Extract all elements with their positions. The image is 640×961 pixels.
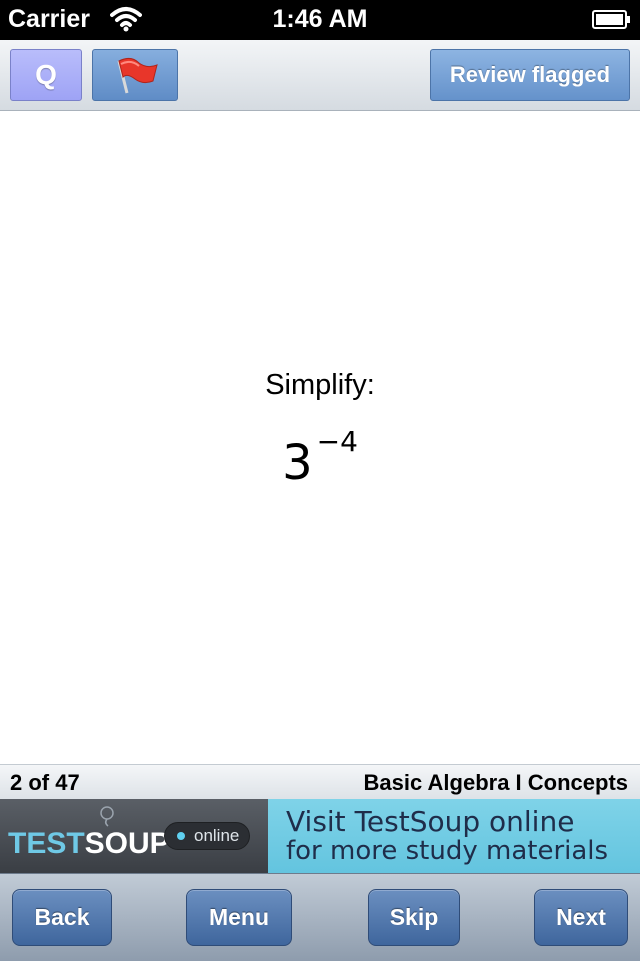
ad-line-2: for more study materials xyxy=(286,836,609,866)
ad-line-1: Visit TestSoup online xyxy=(286,805,575,838)
next-button[interactable]: Next xyxy=(534,889,628,946)
menu-button[interactable]: Menu xyxy=(186,889,292,946)
flag-button[interactable] xyxy=(92,49,178,101)
soup-steam-icon xyxy=(100,806,114,827)
online-dot-icon xyxy=(177,832,185,840)
math-base: 3 xyxy=(282,435,313,491)
ad-banner[interactable]: TESTSOUP online Visit TestSoup online fo… xyxy=(0,799,640,873)
question-progress: 2 of 47 xyxy=(10,770,80,795)
info-bar: 2 of 47 Basic Algebra I Concepts xyxy=(0,764,640,800)
carrier-label: Carrier xyxy=(8,5,90,33)
back-button[interactable]: Back xyxy=(12,889,112,946)
ad-message-panel: Visit TestSoup online for more study mat… xyxy=(268,799,640,873)
flag-icon xyxy=(117,57,158,94)
testsoup-logo: TESTSOUP xyxy=(8,827,170,860)
online-label: online xyxy=(194,826,240,845)
question-prompt: Simplify: xyxy=(265,369,375,401)
top-toolbar: Q Review flagged xyxy=(0,40,640,111)
skip-button[interactable]: Skip xyxy=(368,889,460,946)
status-bar: Carrier 1:46 AM xyxy=(0,0,640,40)
question-list-button[interactable]: Q xyxy=(10,49,82,101)
math-expression: 3 −4 xyxy=(0,425,640,491)
math-exponent: −4 xyxy=(316,425,358,458)
clock: 1:46 AM xyxy=(272,5,368,33)
online-badge: online xyxy=(164,822,250,850)
bottom-toolbar: Back Menu Skip Next xyxy=(0,873,640,961)
question-area: Simplify: 3 −4 xyxy=(0,111,640,764)
battery-icon xyxy=(592,10,630,29)
wifi-icon xyxy=(110,7,142,32)
ad-logo-panel: TESTSOUP online xyxy=(0,799,268,873)
category-title: Basic Algebra I Concepts xyxy=(363,770,628,795)
review-flagged-button[interactable]: Review flagged xyxy=(430,49,630,101)
